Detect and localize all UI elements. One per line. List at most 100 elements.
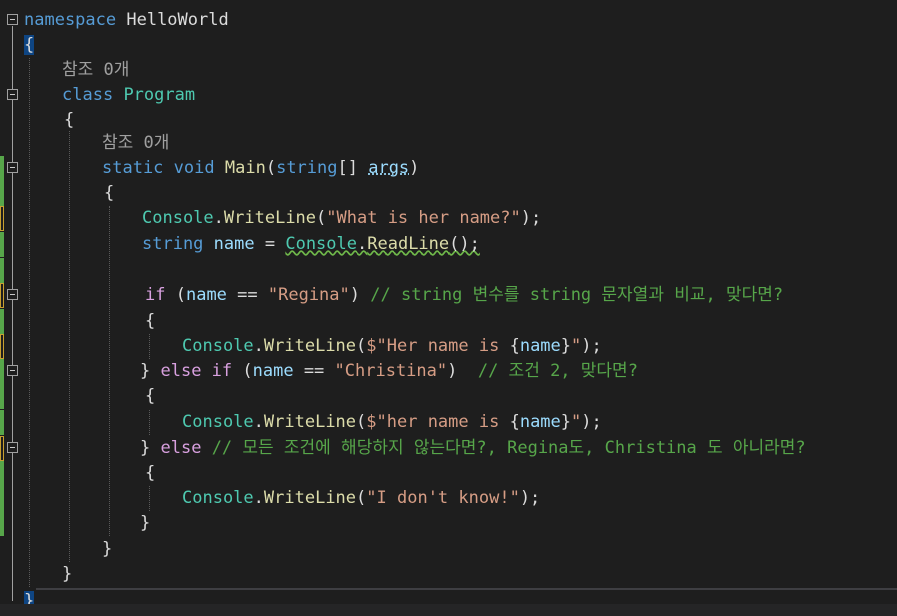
collapse-minus-icon[interactable] xyxy=(7,89,18,100)
code-editor[interactable]: namespace HelloWorld{참조 0개 class Program{… xyxy=(0,0,897,616)
token-variable: name xyxy=(213,234,255,254)
change-marker-saved xyxy=(0,258,4,283)
token-class-name: Console xyxy=(182,336,254,356)
code-line[interactable]: { xyxy=(0,33,897,58)
code-line[interactable]: { xyxy=(0,309,897,334)
token-punctuation: . xyxy=(357,234,368,254)
code-line[interactable]: static void Main(string[] args) xyxy=(0,156,897,181)
token-punctuation: ( xyxy=(356,412,367,432)
token-punctuation: { xyxy=(509,412,520,432)
code-text: string name = Console.ReadLine(); xyxy=(142,232,480,257)
code-text: Console.WriteLine("I don't know!"); xyxy=(182,486,540,511)
code-text: Console.WriteLine("What is her name?"); xyxy=(142,206,541,231)
change-marker-saved xyxy=(0,181,4,206)
token-punctuation: } xyxy=(62,564,73,584)
token-string-literal: "I don't know!" xyxy=(366,488,520,508)
token-punctuation: HelloWorld xyxy=(116,10,229,30)
code-line[interactable]: namespace HelloWorld xyxy=(0,8,897,33)
code-line[interactable]: string name = Console.ReadLine(); xyxy=(0,232,897,257)
code-line[interactable]: } else if (name == "Christina") // 조건 2,… xyxy=(0,359,897,384)
token-punctuation: { xyxy=(104,183,115,203)
token-comment: // 조건 2, 맞다면? xyxy=(477,361,638,381)
token-punctuation: { xyxy=(145,311,156,331)
code-line[interactable]: 참조 0개 xyxy=(0,131,897,156)
token-variable: name xyxy=(185,285,227,305)
code-text: Console.WriteLine($"Her name is {name}")… xyxy=(182,334,602,359)
token-punctuation: == xyxy=(226,285,268,305)
code-text: class Program xyxy=(62,83,195,108)
code-text: } else // 모든 조건에 해당하지 않는다면?, Regina도, Ch… xyxy=(140,436,806,461)
token-punctuation: { xyxy=(145,386,156,406)
token-punctuation: . xyxy=(253,336,264,356)
code-text: } xyxy=(102,537,112,562)
token-variable: args xyxy=(368,158,410,178)
change-marker-unsaved xyxy=(0,206,4,231)
code-line[interactable]: Console.WriteLine("What is her name?"); xyxy=(0,206,897,231)
collapse-minus-icon[interactable] xyxy=(7,14,18,25)
collapse-minus-icon[interactable] xyxy=(7,442,18,453)
code-text: { xyxy=(145,309,155,334)
collapse-minus-icon[interactable] xyxy=(7,365,18,376)
code-text: { xyxy=(104,181,114,206)
token-punctuation: ( xyxy=(356,336,367,356)
code-text: { xyxy=(24,33,35,58)
code-line[interactable]: 참조 0개 xyxy=(0,58,897,83)
code-line[interactable]: } xyxy=(0,511,897,536)
token-punctuation: { xyxy=(509,336,520,356)
code-line[interactable]: } xyxy=(0,562,897,587)
collapse-minus-icon[interactable] xyxy=(7,162,18,173)
horizontal-scrollbar[interactable] xyxy=(36,588,897,590)
token-punctuation xyxy=(203,234,213,254)
code-text: } else if (name == "Christina") // 조건 2,… xyxy=(140,359,638,384)
token-punctuation: . xyxy=(213,208,224,228)
token-punctuation: { xyxy=(64,110,75,130)
code-text: 참조 0개 xyxy=(62,58,129,83)
token-punctuation: ) xyxy=(349,285,371,305)
token-punctuation: ); xyxy=(581,412,602,432)
token-punctuation: ( xyxy=(232,361,253,381)
code-line[interactable]: Console.WriteLine("I don't know!"); xyxy=(0,486,897,511)
token-string-literal: " xyxy=(571,336,582,356)
token-punctuation: } xyxy=(140,438,161,458)
token-punctuation: ( xyxy=(165,285,186,305)
token-string-literal: "Christina" xyxy=(334,361,448,381)
token-keyword: string xyxy=(142,234,204,254)
code-text: if (name == "Regina") // string 변수를 stri… xyxy=(145,283,783,308)
collapse-minus-icon[interactable] xyxy=(7,289,18,300)
code-text: { xyxy=(64,108,74,133)
token-punctuation: { xyxy=(145,463,156,483)
token-punctuation: ); xyxy=(581,336,602,356)
token-class-name: Program xyxy=(123,85,196,105)
editor-bottom-bar xyxy=(0,604,897,616)
token-method-name: ReadLine xyxy=(367,234,450,254)
code-line[interactable]: Console.WriteLine($"Her name is {name}")… xyxy=(0,334,897,359)
token-control-keyword: if xyxy=(145,285,166,305)
code-line[interactable]: { xyxy=(0,108,897,133)
token-punctuation: . xyxy=(253,412,264,432)
code-line[interactable]: } xyxy=(0,537,897,562)
token-punctuation xyxy=(201,438,211,458)
token-keyword: namespace xyxy=(24,10,117,30)
token-control-keyword: else xyxy=(160,438,202,458)
code-line[interactable]: { xyxy=(0,181,897,206)
token-class-name: Console xyxy=(142,208,214,228)
token-punctuation: ) xyxy=(447,361,478,381)
code-line[interactable]: if (name == "Regina") // string 변수를 stri… xyxy=(0,283,897,308)
token-punctuation: ( xyxy=(356,488,367,508)
token-comment: // 모든 조건에 해당하지 않는다면?, Regina도, Christina… xyxy=(211,438,806,458)
change-marker-saved xyxy=(0,309,4,334)
code-line[interactable]: class Program xyxy=(0,83,897,108)
token-punctuation: } xyxy=(102,539,113,559)
token-control-keyword: else if xyxy=(160,361,233,381)
code-line[interactable] xyxy=(0,258,897,283)
token-punctuation: . xyxy=(253,488,264,508)
token-punctuation: } xyxy=(560,336,572,356)
token-punctuation: (); xyxy=(449,234,480,254)
token-punctuation: = xyxy=(254,234,286,254)
code-line[interactable]: Console.WriteLine($"her name is {name}")… xyxy=(0,410,897,435)
code-line[interactable]: { xyxy=(0,384,897,409)
code-line[interactable]: } else // 모든 조건에 해당하지 않는다면?, Regina도, Ch… xyxy=(0,436,897,461)
token-comment: // string 변수를 string 문자열과 비교, 맞다면? xyxy=(370,285,784,305)
code-line[interactable]: { xyxy=(0,461,897,486)
token-variable: name xyxy=(252,361,294,381)
